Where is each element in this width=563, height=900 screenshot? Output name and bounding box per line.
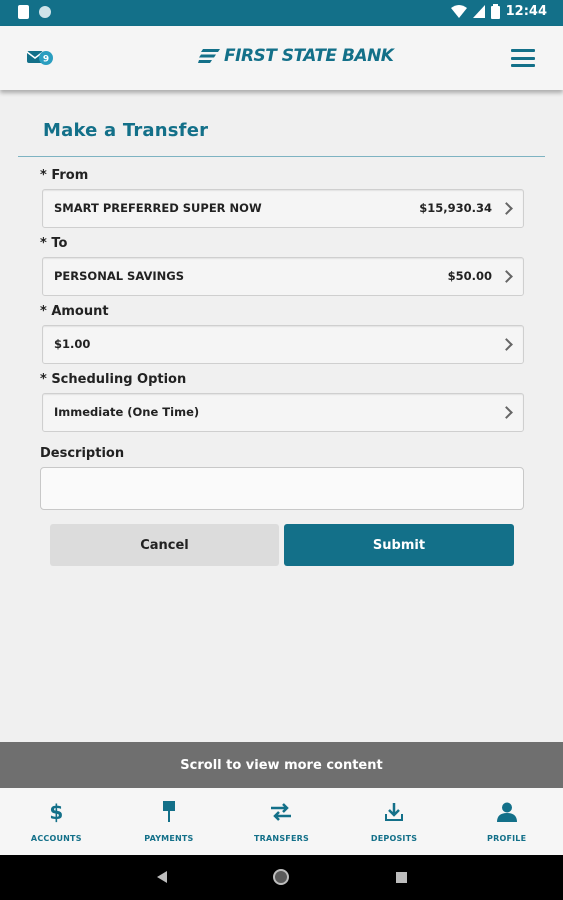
mail-icon[interactable]: 9 bbox=[26, 48, 54, 68]
scheduling-select[interactable]: Immediate (One Time) bbox=[42, 393, 524, 432]
payments-icon bbox=[162, 800, 176, 824]
back-icon[interactable] bbox=[157, 871, 167, 883]
nav-label: DEPOSITS bbox=[370, 834, 418, 843]
logo-mark-icon bbox=[198, 49, 220, 63]
mail-badge: 9 bbox=[43, 55, 49, 65]
submit-button[interactable]: Submit bbox=[284, 524, 514, 566]
from-account-name: SMART PREFERRED SUPER NOW bbox=[54, 201, 262, 215]
signal-icon bbox=[472, 5, 485, 18]
page-title: Make a Transfer bbox=[43, 120, 209, 141]
status-bar: 12:44 bbox=[0, 0, 563, 26]
scroll-hint-banner: Scroll to view more content bbox=[0, 742, 563, 788]
menu-icon[interactable] bbox=[511, 49, 535, 67]
scheduling-label: * Scheduling Option bbox=[40, 372, 187, 387]
chevron-right-icon bbox=[500, 406, 513, 419]
divider bbox=[18, 156, 545, 157]
home-icon[interactable] bbox=[273, 869, 289, 885]
app-bar: 9 FIRST STATE BANK bbox=[0, 26, 563, 90]
from-account-select[interactable]: SMART PREFERRED SUPER NOW $15,930.34 bbox=[42, 189, 524, 228]
nav-label: PROFILE bbox=[487, 834, 527, 843]
person-icon bbox=[496, 800, 517, 824]
nav-label: PAYMENTS bbox=[144, 834, 194, 843]
to-account-balance: $50.00 bbox=[447, 269, 492, 283]
recents-icon[interactable] bbox=[396, 872, 407, 883]
nav-profile[interactable]: PROFILE bbox=[450, 788, 563, 855]
nav-payments[interactable]: PAYMENTS bbox=[113, 788, 226, 855]
system-nav-bar bbox=[0, 855, 563, 900]
amount-value: $1.00 bbox=[54, 337, 91, 351]
dollar-icon: $ bbox=[49, 800, 64, 824]
amount-label: * Amount bbox=[40, 304, 109, 319]
nav-transfers[interactable]: TRANSFERS bbox=[225, 788, 338, 855]
description-label: Description bbox=[40, 446, 125, 461]
from-account-balance: $15,930.34 bbox=[419, 201, 492, 215]
nav-accounts[interactable]: $ ACCOUNTS bbox=[0, 788, 113, 855]
nav-label: TRANSFERS bbox=[254, 834, 309, 843]
nav-label: ACCOUNTS bbox=[30, 834, 82, 843]
clock: 12:44 bbox=[505, 4, 547, 19]
bank-name: FIRST STATE BANK bbox=[224, 46, 394, 66]
bottom-nav: $ ACCOUNTS PAYMENTS TRANSFERS DEPOSITS P… bbox=[0, 788, 563, 855]
wifi-icon bbox=[450, 4, 467, 18]
sim-icon bbox=[18, 5, 29, 19]
transfer-arrows-icon bbox=[269, 800, 293, 824]
cancel-button[interactable]: Cancel bbox=[50, 524, 279, 566]
from-label: * From bbox=[40, 168, 89, 183]
chevron-right-icon bbox=[500, 338, 513, 351]
notification-icon bbox=[39, 6, 51, 18]
amount-field[interactable]: $1.00 bbox=[42, 325, 524, 364]
to-account-select[interactable]: PERSONAL SAVINGS $50.00 bbox=[42, 257, 524, 296]
description-input[interactable] bbox=[40, 467, 524, 510]
chevron-right-icon bbox=[500, 202, 513, 215]
download-icon bbox=[384, 800, 404, 824]
scheduling-value: Immediate (One Time) bbox=[54, 405, 200, 419]
chevron-right-icon bbox=[500, 270, 513, 283]
to-label: * To bbox=[40, 236, 68, 251]
to-account-name: PERSONAL SAVINGS bbox=[54, 269, 184, 283]
battery-icon bbox=[490, 4, 500, 19]
bank-logo: FIRST STATE BANK bbox=[198, 46, 394, 66]
nav-deposits[interactable]: DEPOSITS bbox=[338, 788, 451, 855]
